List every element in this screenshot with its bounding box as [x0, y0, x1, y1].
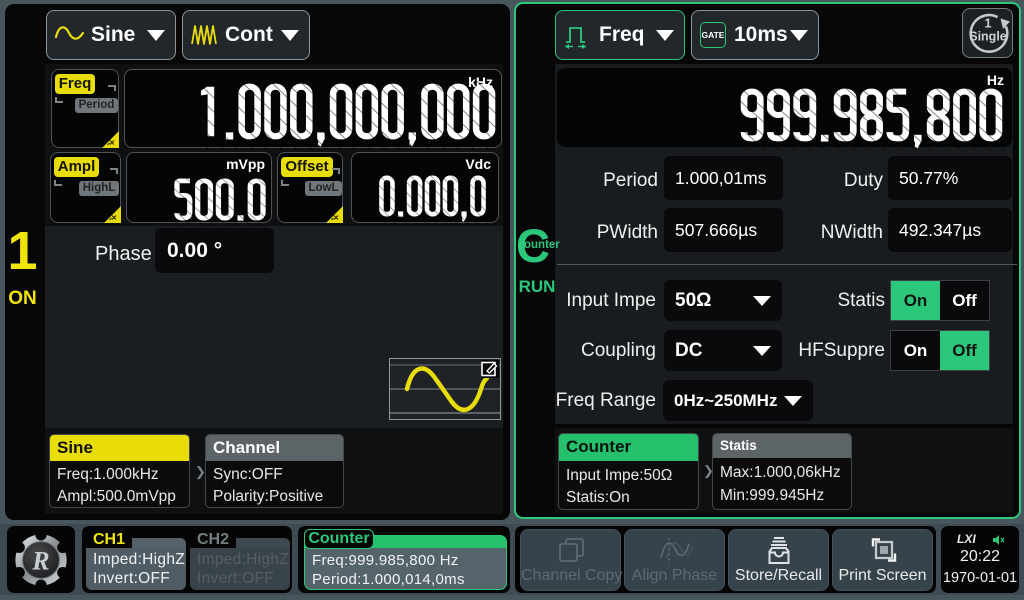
svg-text:Single: Single [969, 30, 1007, 44]
svg-text:1: 1 [984, 17, 991, 31]
svg-text:R: R [31, 546, 49, 575]
